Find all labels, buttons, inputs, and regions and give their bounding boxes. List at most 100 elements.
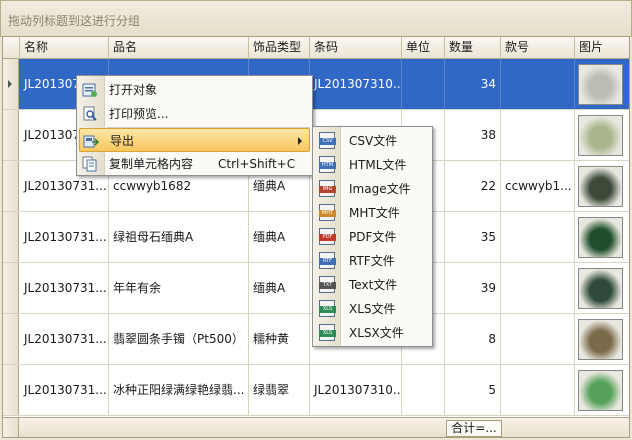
export-item-xlsx[interactable]: XLS XLSX文件 xyxy=(315,321,430,345)
pdf-file-icon: PDF xyxy=(319,228,336,245)
cell-type[interactable]: 糯种黄 xyxy=(249,314,310,364)
export-item-xls[interactable]: XLS XLS文件 xyxy=(315,297,430,321)
export-item-label: Image文件 xyxy=(349,182,411,196)
row-indicator[interactable] xyxy=(3,59,19,109)
footer-indicator xyxy=(3,418,19,437)
txt-file-icon: TXT xyxy=(319,276,336,293)
cell-quantity[interactable]: 34 xyxy=(445,59,501,109)
menu-item-print-preview[interactable]: 打印预览... xyxy=(79,102,310,126)
quantity-summary[interactable]: 合计=... xyxy=(446,420,502,437)
row-indicator[interactable] xyxy=(3,365,19,415)
cell-style-no[interactable] xyxy=(501,314,575,364)
export-item-label: CSV文件 xyxy=(349,134,398,148)
row-indicator[interactable] xyxy=(3,212,19,262)
cell-quantity[interactable]: 39 xyxy=(445,263,501,313)
cell-barcode[interactable]: JL201307310... xyxy=(310,365,402,415)
export-submenu: CSV CSV文件 HTM HTML文件 IMG Image文件 MHT MHT文件 PDF PD… xyxy=(312,126,433,347)
cell-picture[interactable] xyxy=(575,365,629,415)
table-row[interactable]: JL20130731... 冰种正阳绿满绿艳绿翡... 绿翡翠 JL201307310… xyxy=(3,365,629,416)
export-item-label: HTML文件 xyxy=(349,158,407,172)
cell-product[interactable]: 翡翠圆条手镯（Pt500） xyxy=(109,314,249,364)
grid-footer: 合计=... xyxy=(3,417,629,437)
export-item-label: Text文件 xyxy=(349,278,398,292)
jewelry-thumbnail xyxy=(578,64,623,105)
cell-style-no[interactable] xyxy=(501,59,575,109)
column-header-unit[interactable]: 单位 xyxy=(402,37,445,59)
file-type-tag: HTM xyxy=(319,162,336,169)
file-type-tag: XLS xyxy=(319,306,336,313)
cell-product[interactable]: 冰种正阳绿满绿艳绿翡... xyxy=(109,365,249,415)
cell-picture[interactable] xyxy=(575,212,629,262)
submenu-arrow-icon xyxy=(298,137,302,145)
cell-quantity[interactable]: 38 xyxy=(445,110,501,160)
column-header-quantity[interactable]: 数量 xyxy=(445,37,501,59)
cell-picture[interactable] xyxy=(575,263,629,313)
menu-item-open-object[interactable]: 打开对象 xyxy=(79,78,310,102)
cell-style-no[interactable] xyxy=(501,212,575,262)
file-type-tag: TXT xyxy=(319,282,336,289)
context-menu: 打开对象 打印预览... 导出 复制单元格内容 Ctrl+Shift+C xyxy=(76,75,313,176)
cell-picture[interactable] xyxy=(575,161,629,211)
column-header-barcode[interactable]: 条码 xyxy=(310,37,402,59)
cell-type[interactable]: 缅典A xyxy=(249,212,310,262)
cell-picture[interactable] xyxy=(575,314,629,364)
cell-name[interactable]: JL20130731... xyxy=(20,263,109,313)
cell-name[interactable]: JL20130731... xyxy=(20,212,109,262)
cell-barcode[interactable]: JL201307310... xyxy=(310,59,402,109)
export-item-csv[interactable]: CSV CSV文件 xyxy=(315,129,430,153)
group-by-panel[interactable]: 拖动列标题到这进行分组 xyxy=(0,0,632,37)
cell-name[interactable]: JL20130731... xyxy=(20,365,109,415)
export-item-text[interactable]: TXT Text文件 xyxy=(315,273,430,297)
cell-style-no[interactable] xyxy=(501,263,575,313)
export-item-label: PDF文件 xyxy=(349,230,397,244)
row-indicator[interactable] xyxy=(3,110,19,160)
export-item-mht[interactable]: MHT MHT文件 xyxy=(315,201,430,225)
cell-type[interactable]: 缅典A xyxy=(249,263,310,313)
copy-icon xyxy=(82,156,98,172)
current-row-arrow-icon xyxy=(8,80,12,88)
cell-style-no[interactable] xyxy=(501,110,575,160)
column-header-picture[interactable]: 图片 xyxy=(575,37,629,59)
mht-file-icon: MHT xyxy=(319,204,336,221)
export-item-pdf[interactable]: PDF PDF文件 xyxy=(315,225,430,249)
cell-unit[interactable] xyxy=(402,365,445,415)
column-header-style-no[interactable]: 款号 xyxy=(501,37,575,59)
print-preview-icon xyxy=(82,106,98,122)
jewelry-thumbnail xyxy=(578,319,623,360)
file-type-tag: CSV xyxy=(319,138,336,145)
cell-unit[interactable] xyxy=(402,59,445,109)
row-indicator[interactable] xyxy=(3,161,19,211)
row-indicator[interactable] xyxy=(3,263,19,313)
file-type-tag: IMG xyxy=(319,186,336,193)
export-item-label: XLS文件 xyxy=(349,302,396,316)
column-header-name[interactable]: 名称 xyxy=(20,37,109,59)
cell-quantity[interactable]: 8 xyxy=(445,314,501,364)
cell-quantity[interactable]: 22 xyxy=(445,161,501,211)
export-item-html[interactable]: HTM HTML文件 xyxy=(315,153,430,177)
cell-picture[interactable] xyxy=(575,59,629,109)
cell-product[interactable]: 绿祖母石缅典A xyxy=(109,212,249,262)
cell-quantity[interactable]: 35 xyxy=(445,212,501,262)
file-type-tag: XLS xyxy=(319,330,336,337)
cell-style-no[interactable]: ccwwyb1... xyxy=(501,161,575,211)
rtf-file-icon: RTF xyxy=(319,252,336,269)
menu-item-export[interactable]: 导出 xyxy=(79,128,310,152)
cell-type[interactable]: 绿翡翠 xyxy=(249,365,310,415)
open-object-icon xyxy=(82,82,98,98)
jewelry-thumbnail xyxy=(578,370,623,411)
jewelry-thumbnail xyxy=(578,166,623,207)
cell-product[interactable]: 年年有余 xyxy=(109,263,249,313)
menu-item-copy-cell[interactable]: 复制单元格内容 Ctrl+Shift+C xyxy=(79,152,310,176)
cell-name[interactable]: JL20130731... xyxy=(20,314,109,364)
file-type-tag: RTF xyxy=(319,258,336,265)
export-item-rtf[interactable]: RTF RTF文件 xyxy=(315,249,430,273)
jewelry-thumbnail xyxy=(578,115,623,156)
cell-picture[interactable] xyxy=(575,110,629,160)
file-type-tag: MHT xyxy=(319,210,336,217)
export-item-image[interactable]: IMG Image文件 xyxy=(315,177,430,201)
column-header-type[interactable]: 饰品类型 xyxy=(249,37,310,59)
cell-quantity[interactable]: 5 xyxy=(445,365,501,415)
column-header-product[interactable]: 品名 xyxy=(109,37,249,59)
row-indicator[interactable] xyxy=(3,314,19,364)
cell-style-no[interactable] xyxy=(501,365,575,415)
